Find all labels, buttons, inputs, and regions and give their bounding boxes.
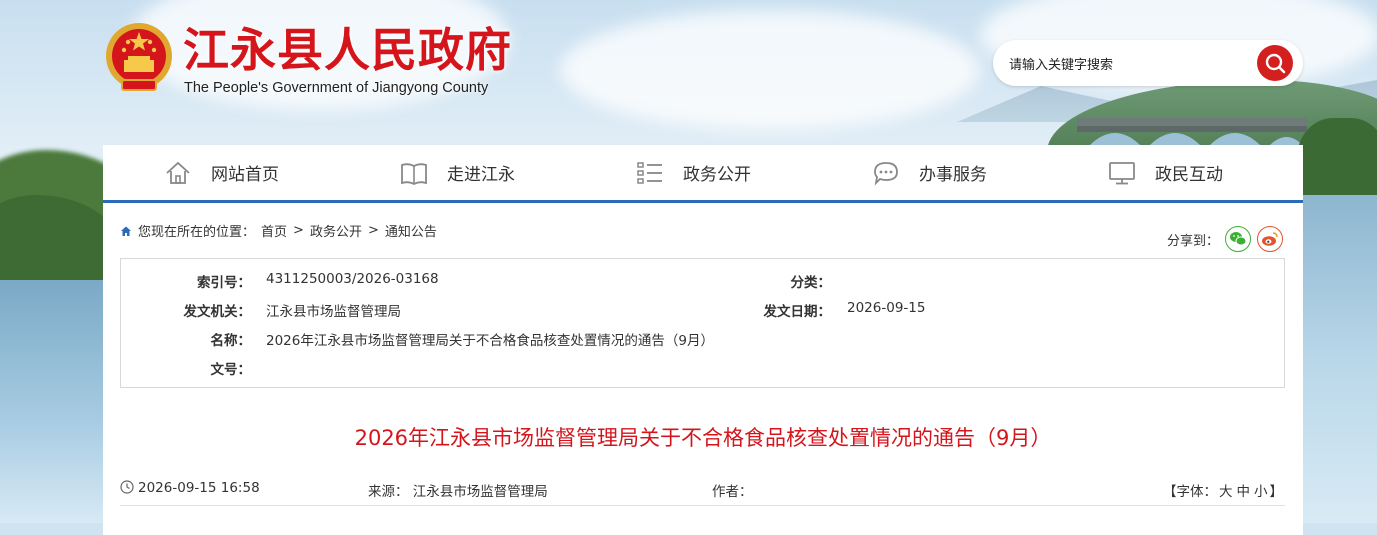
font-label-open: 【字体： <box>1163 484 1217 500</box>
home-icon <box>166 161 190 184</box>
breadcrumb-gov-affairs-link[interactable]: 政务公开 <box>310 221 362 240</box>
article-title: 2026年江永县市场监督管理局关于不合格食品核查处置情况的通告（9月） <box>354 426 1052 450</box>
wechat-icon <box>1230 232 1247 246</box>
meta-row-issuer: 发文机关： 江永县市场监督管理局 <box>121 300 681 320</box>
meta-value: 江永县市场监督管理局 <box>266 304 401 320</box>
stone-bridge-image <box>1077 118 1307 148</box>
article-info-bar: 2026-09-15 16:58 来源： 江永县市场监督管理局 作者： 【字体：… <box>120 479 1285 506</box>
document-meta-table: 索引号： 4311250003/2026-03168 分类： 发文机关： 江永县… <box>120 258 1285 388</box>
meta-key: 名称： <box>210 333 252 349</box>
nav-item-interaction[interactable]: 政民互动 <box>1047 145 1283 200</box>
nav-label: 政民互动 <box>1155 165 1223 185</box>
search-button[interactable] <box>1257 45 1293 81</box>
breadcrumb-separator: > <box>293 223 304 238</box>
source-label: 来源： <box>368 484 409 500</box>
site-title[interactable]: 江永县人民政府 <box>183 22 512 78</box>
nav-item-about[interactable]: 走进江永 <box>339 145 575 200</box>
nav-label: 网站首页 <box>211 165 279 185</box>
nav-label: 政务公开 <box>683 165 751 185</box>
weibo-icon <box>1262 232 1278 246</box>
font-medium-button[interactable]: 中 <box>1237 484 1251 500</box>
meta-value: 2026年江永县市场监督管理局关于不合格食品核查处置情况的通告（9月） <box>266 333 714 349</box>
meta-key: 索引号： <box>197 275 251 291</box>
meta-value: 2026-09-15 <box>847 300 926 316</box>
meta-row-date: 发文日期： 2026-09-15 <box>701 300 1261 320</box>
nav-item-gov-affairs[interactable]: 政务公开 <box>575 145 811 200</box>
meta-key: 发文日期： <box>763 304 832 320</box>
nav-item-services[interactable]: 办事服务 <box>811 145 1047 200</box>
meta-row-index: 索引号： 4311250003/2026-03168 <box>121 271 681 291</box>
article-datetime-text: 2026-09-15 16:58 <box>138 480 260 496</box>
breadcrumb: 您现在所在的位置： 首页 > 政务公开 > 通知公告 <box>120 221 437 240</box>
main-nav: 网站首页 走进江永 政务公开 办事服务 政民互动 <box>103 145 1303 203</box>
home-icon <box>121 226 131 236</box>
nav-label: 办事服务 <box>919 165 987 185</box>
font-label-close: 】 <box>1269 484 1284 500</box>
font-size-control: 【字体：大中小】 <box>1163 480 1283 500</box>
nav-item-home[interactable]: 网站首页 <box>103 145 339 200</box>
breadcrumb-separator: > <box>367 223 379 238</box>
meta-row-docno: 文号： <box>121 358 681 378</box>
article-source: 来源： 江永县市场监督管理局 <box>368 480 548 500</box>
article-author: 作者： <box>712 480 753 500</box>
share-label: 分享到： <box>1166 233 1219 249</box>
author-label: 作者： <box>712 484 753 500</box>
breadcrumb-home-link[interactable]: 首页 <box>261 221 287 240</box>
share-wechat-button[interactable] <box>1225 226 1251 252</box>
meta-value: 4311250003/2026-03168 <box>266 271 439 287</box>
share-weibo-button[interactable] <box>1257 226 1283 252</box>
article-datetime: 2026-09-15 16:58 <box>120 480 260 496</box>
search-input[interactable] <box>1007 53 1246 75</box>
search-box <box>993 40 1303 86</box>
search-icon <box>1265 53 1286 74</box>
list-icon <box>637 161 662 184</box>
nav-label: 走进江永 <box>447 165 515 185</box>
book-icon <box>401 162 427 185</box>
font-small-button[interactable]: 小 <box>1254 484 1268 500</box>
share-bar: 分享到： <box>1167 226 1283 252</box>
meta-row-name: 名称： 2026年江永县市场监督管理局关于不合格食品核查处置情况的通告（9月） <box>121 329 1221 349</box>
breadcrumb-notices-link[interactable]: 通知公告 <box>385 221 437 240</box>
national-emblem-logo <box>106 23 172 91</box>
meta-key: 分类： <box>790 275 832 291</box>
meta-key: 文号： <box>210 362 252 378</box>
monitor-icon <box>1109 161 1135 184</box>
font-large-button[interactable]: 大 <box>1219 484 1233 500</box>
meta-key: 发文机关： <box>183 304 252 320</box>
breadcrumb-prefix: 您现在所在的位置： <box>138 225 256 240</box>
source-value: 江永县市场监督管理局 <box>412 484 548 500</box>
content-panel: 网站首页 走进江永 政务公开 办事服务 政民互动 您现在所在的位置： 首页 > … <box>103 145 1303 535</box>
chat-icon <box>874 161 898 186</box>
site-subtitle: The People's Government of Jiangyong Cou… <box>184 80 489 96</box>
meta-row-category: 分类： <box>701 271 1261 291</box>
clock-icon <box>120 480 134 494</box>
